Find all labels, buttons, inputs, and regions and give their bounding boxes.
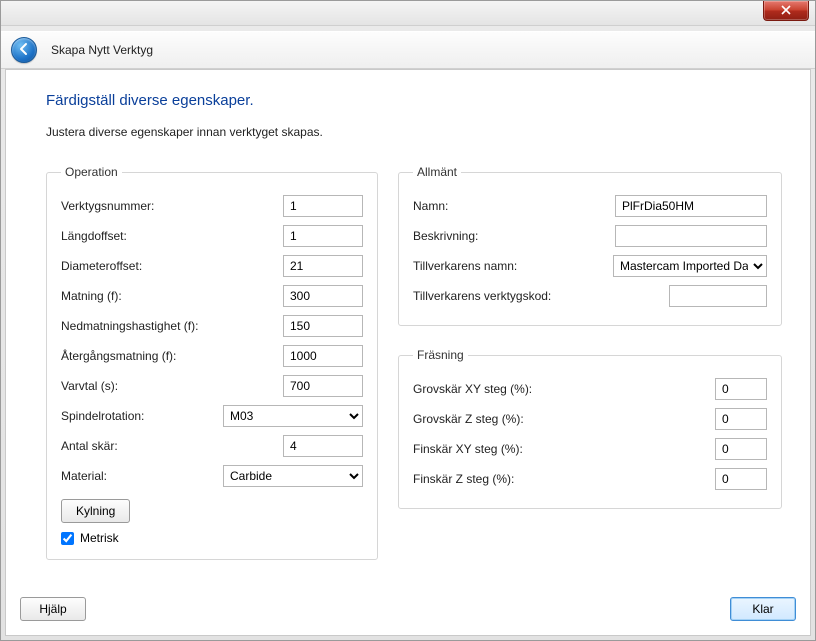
close-icon (781, 4, 791, 18)
mfr-code-label: Tillverkarens verktygskod: (413, 289, 669, 303)
milling-group: Fräsning Grovskär XY steg (%): Grovskär … (398, 348, 782, 509)
finish-xy-label: Finskär XY steg (%): (413, 442, 715, 456)
spindle-label: Spindelrotation: (61, 409, 223, 423)
wizard-header: Skapa Nytt Verktyg (1, 31, 815, 69)
general-legend: Allmänt (413, 165, 461, 179)
mfr-code-input[interactable] (669, 285, 767, 307)
name-label: Namn: (413, 199, 615, 213)
length-offset-label: Längdoffset: (61, 229, 283, 243)
rough-xy-label: Grovskär XY steg (%): (413, 382, 715, 396)
mfr-name-select[interactable]: Mastercam Imported Dat (613, 255, 767, 277)
back-button[interactable] (11, 37, 37, 63)
material-label: Material: (61, 469, 223, 483)
arrow-left-icon (17, 42, 31, 59)
metric-checkbox[interactable] (61, 532, 74, 545)
diameter-offset-label: Diameteroffset: (61, 259, 283, 273)
name-input[interactable] (615, 195, 767, 217)
desc-input[interactable] (615, 225, 767, 247)
metric-label: Metrisk (80, 531, 119, 545)
retract-input[interactable] (283, 345, 363, 367)
length-offset-input[interactable] (283, 225, 363, 247)
rough-xy-input[interactable] (715, 378, 767, 400)
footer: Hjälp Klar (20, 597, 796, 621)
wizard-title: Skapa Nytt Verktyg (51, 43, 153, 57)
feed-input[interactable] (283, 285, 363, 307)
general-group: Allmänt Namn: Beskrivning: Tillverkarens… (398, 165, 782, 326)
feed-label: Matning (f): (61, 289, 283, 303)
columns: Operation Verktygsnummer: Längdoffset: D… (46, 165, 782, 560)
finish-z-label: Finskär Z steg (%): (413, 472, 715, 486)
done-button[interactable]: Klar (730, 597, 796, 621)
titlebar (1, 1, 815, 26)
tool-number-label: Verktygsnummer: (61, 199, 283, 213)
flutes-label: Antal skär: (61, 439, 283, 453)
spindle-select[interactable]: M03 (223, 405, 363, 427)
material-select[interactable]: Carbide (223, 465, 363, 487)
coolant-button[interactable]: Kylning (61, 499, 130, 523)
finish-xy-input[interactable] (715, 438, 767, 460)
diameter-offset-input[interactable] (283, 255, 363, 277)
operation-group: Operation Verktygsnummer: Längdoffset: D… (46, 165, 378, 560)
operation-legend: Operation (61, 165, 122, 179)
right-column: Allmänt Namn: Beskrivning: Tillverkarens… (398, 165, 782, 509)
milling-legend: Fräsning (413, 348, 468, 362)
page-subheading: Justera diverse egenskaper innan verktyg… (46, 125, 323, 139)
plunge-input[interactable] (283, 315, 363, 337)
plunge-label: Nedmatningshastighet (f): (61, 319, 283, 333)
desc-label: Beskrivning: (413, 229, 615, 243)
flutes-input[interactable] (283, 435, 363, 457)
tool-number-input[interactable] (283, 195, 363, 217)
page-heading: Färdigställ diverse egenskaper. (46, 92, 254, 109)
close-button[interactable] (763, 1, 809, 21)
rough-z-label: Grovskär Z steg (%): (413, 412, 715, 426)
body-panel: Färdigställ diverse egenskaper. Justera … (5, 69, 811, 636)
rpm-label: Varvtal (s): (61, 379, 283, 393)
mfr-name-label: Tillverkarens namn: (413, 259, 613, 273)
window-frame: Skapa Nytt Verktyg Färdigställ diverse e… (0, 0, 816, 641)
rough-z-input[interactable] (715, 408, 767, 430)
help-button[interactable]: Hjälp (20, 597, 86, 621)
finish-z-input[interactable] (715, 468, 767, 490)
retract-label: Återgångsmatning (f): (61, 349, 283, 363)
rpm-input[interactable] (283, 375, 363, 397)
